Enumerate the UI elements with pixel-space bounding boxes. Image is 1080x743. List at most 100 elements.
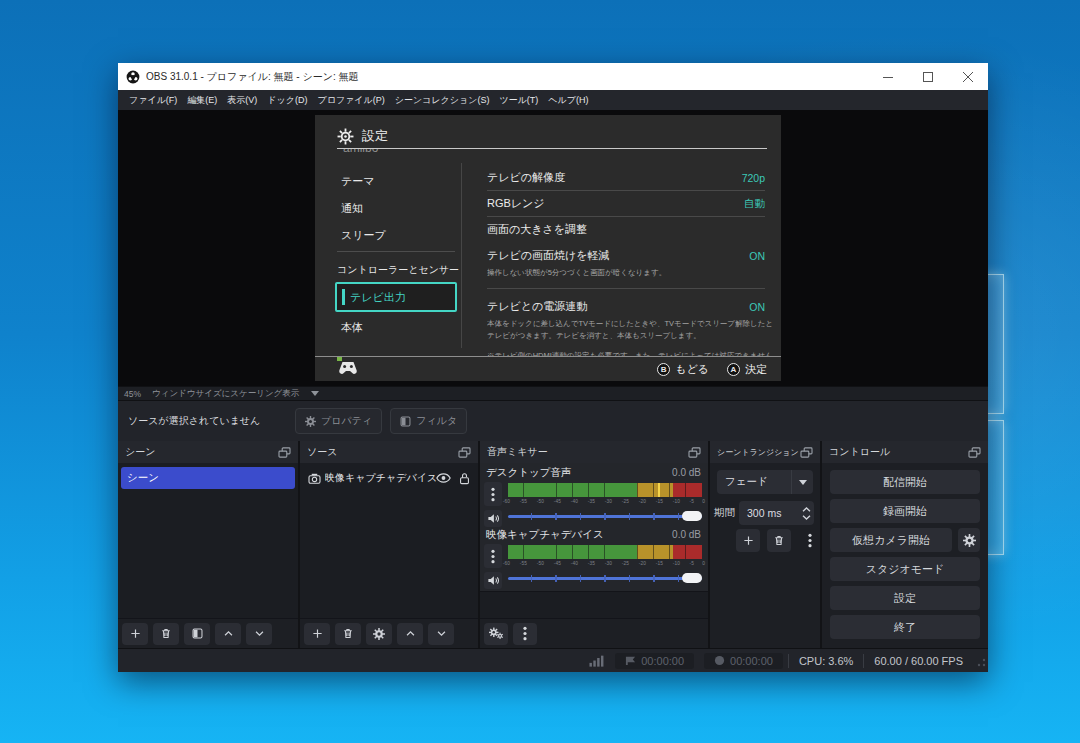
setting-row-rgb[interactable]: RGBレンジ自動: [487, 196, 765, 211]
move-source-up-button[interactable]: [397, 623, 423, 645]
meter-tick-label: -35: [588, 561, 595, 566]
setting-row-burnin[interactable]: テレビの画面焼けを軽減ON: [487, 248, 765, 263]
move-scene-up-button[interactable]: [215, 623, 241, 645]
meter-tick-label: -10: [673, 561, 680, 566]
menu-tools[interactable]: ツール(T): [494, 94, 543, 107]
lock-icon[interactable]: [459, 472, 470, 485]
mixer-menu-button[interactable]: [513, 623, 537, 645]
b-button-icon: B: [657, 363, 670, 376]
scene-filters-button[interactable]: [184, 623, 210, 645]
add-transition-button[interactable]: [736, 529, 760, 552]
sidebar-item-system[interactable]: 本体: [341, 320, 363, 335]
meter-tick-label: -25: [622, 561, 629, 566]
start-streaming-button[interactable]: 配信開始: [830, 470, 980, 494]
sidebar-item-sleep[interactable]: スリープ: [341, 228, 386, 243]
resize-grip[interactable]: [973, 654, 987, 668]
setting-row-screen-size[interactable]: 画面の大きさを調整: [487, 222, 765, 237]
dock-title: ソース: [307, 445, 458, 459]
start-virtual-camera-button[interactable]: 仮想カメラ開始: [830, 528, 952, 552]
move-source-down-button[interactable]: [428, 623, 454, 645]
controls-dock-header[interactable]: コントロール: [822, 441, 988, 463]
setting-note: 操作しない状態が5分つづくと画面が暗くなります。: [487, 267, 773, 278]
remove-transition-button[interactable]: [767, 529, 791, 552]
sidebar-item-controllers[interactable]: コントローラーとセンサー: [337, 263, 459, 277]
zoom-level[interactable]: 45%: [124, 389, 141, 399]
setting-row-resolution[interactable]: テレビの解像度720p: [487, 170, 765, 185]
properties-button[interactable]: プロパティ: [295, 408, 382, 434]
meter-tick-label: -35: [588, 499, 595, 504]
remove-source-button[interactable]: [335, 623, 361, 645]
transition-menu-button[interactable]: [798, 529, 822, 552]
scene-list[interactable]: シーン: [118, 463, 298, 618]
source-item[interactable]: 映像キャプチャデバイス: [300, 467, 478, 489]
channel-menu-button[interactable]: [484, 482, 502, 506]
menu-dock[interactable]: ドック(D): [262, 94, 312, 107]
setting-row-power-sync[interactable]: テレビとの電源連動ON: [487, 299, 765, 314]
chevron-down-icon: [791, 470, 813, 494]
menu-view[interactable]: 表示(V): [222, 94, 262, 107]
slider-handle[interactable]: [682, 511, 702, 521]
chevron-down-icon[interactable]: [311, 391, 319, 396]
source-properties-button[interactable]: [366, 623, 392, 645]
menu-edit[interactable]: 編集(E): [182, 94, 222, 107]
divider: [480, 591, 708, 592]
mute-speaker-icon[interactable]: [484, 510, 502, 527]
selection-bar: [342, 289, 345, 305]
advanced-audio-button[interactable]: [484, 623, 508, 645]
video-capture-preview[interactable]: 設定 amiibo テーマ 通知 スリープ コントローラーとセンサー テレビ出力…: [315, 115, 781, 381]
remove-scene-button[interactable]: [153, 623, 179, 645]
meter-tick-label: -15: [656, 499, 663, 504]
volume-slider[interactable]: [508, 572, 702, 584]
mixer-dock-header[interactable]: 音声ミキサー: [480, 441, 708, 463]
menu-help[interactable]: ヘルプ(H): [543, 94, 593, 107]
add-scene-button[interactable]: [122, 623, 148, 645]
scenes-dock: シーン シーン: [118, 441, 298, 648]
popout-icon[interactable]: [278, 447, 291, 458]
scenes-dock-header[interactable]: シーン: [118, 441, 298, 463]
start-recording-button[interactable]: 録画開始: [830, 499, 980, 523]
mute-speaker-icon[interactable]: [484, 572, 502, 589]
switch-footer: B もどる A 決定: [315, 357, 781, 381]
maximize-button[interactable]: [908, 63, 948, 90]
sidebar-item-theme[interactable]: テーマ: [341, 174, 375, 189]
a-button-icon: A: [727, 363, 740, 376]
duration-spinbox[interactable]: 300 ms: [739, 501, 814, 525]
spin-arrows[interactable]: [798, 501, 814, 525]
menu-scene-collection[interactable]: シーンコレクション(S): [390, 94, 495, 107]
menu-profile[interactable]: プロファイル(P): [312, 94, 389, 107]
controller-icon: [337, 361, 359, 376]
channel-name: デスクトップ音声: [486, 466, 571, 480]
preview-area[interactable]: 設定 amiibo テーマ 通知 スリープ コントローラーとセンサー テレビ出力…: [118, 110, 988, 386]
transition-type-select[interactable]: フェード: [717, 470, 813, 494]
minimize-button[interactable]: [868, 63, 908, 90]
scene-transitions-dock: シーントランジション フェード 期間 300 ms: [710, 441, 820, 648]
source-list[interactable]: 映像キャプチャデバイス: [300, 463, 478, 618]
virtual-camera-settings-button[interactable]: [958, 528, 980, 552]
channel-menu-button[interactable]: [484, 544, 502, 568]
ok-hint: A 決定: [727, 362, 767, 377]
visibility-eye-icon[interactable]: [436, 473, 451, 483]
add-source-button[interactable]: [304, 623, 330, 645]
slider-handle[interactable]: [682, 573, 702, 583]
close-button[interactable]: [948, 63, 988, 90]
titlebar[interactable]: OBS 31.0.1 - プロファイル: 無題 - シーン: 無題: [118, 63, 988, 90]
menu-file[interactable]: ファイル(F): [124, 94, 182, 107]
popout-icon[interactable]: [968, 447, 981, 458]
filters-button[interactable]: フィルタ: [390, 408, 467, 434]
sources-dock-header[interactable]: ソース: [300, 441, 478, 463]
studio-mode-button[interactable]: スタジオモード: [830, 557, 980, 581]
popout-icon[interactable]: [458, 447, 471, 458]
transitions-dock-header[interactable]: シーントランジション: [710, 441, 820, 463]
exit-button[interactable]: 終了: [830, 615, 980, 639]
popout-icon[interactable]: [688, 447, 701, 458]
scale-mode-label[interactable]: ウィンドウサイズにスケーリング表示: [152, 388, 299, 400]
volume-slider[interactable]: [508, 510, 702, 522]
popout-icon[interactable]: [800, 447, 813, 458]
sidebar-item-notifications[interactable]: 通知: [341, 201, 363, 216]
menubar: ファイル(F) 編集(E) 表示(V) ドック(D) プロファイル(P) シーン…: [118, 90, 988, 110]
scene-item-selected[interactable]: シーン: [121, 467, 295, 489]
sidebar-item-tv-output-selected[interactable]: テレビ出力: [335, 282, 457, 312]
move-scene-down-button[interactable]: [246, 623, 272, 645]
settings-button[interactable]: 設定: [830, 586, 980, 610]
statusbar: 00:00:00 00:00:00 CPU: 3.6% 60.00 / 60.0…: [118, 648, 988, 672]
